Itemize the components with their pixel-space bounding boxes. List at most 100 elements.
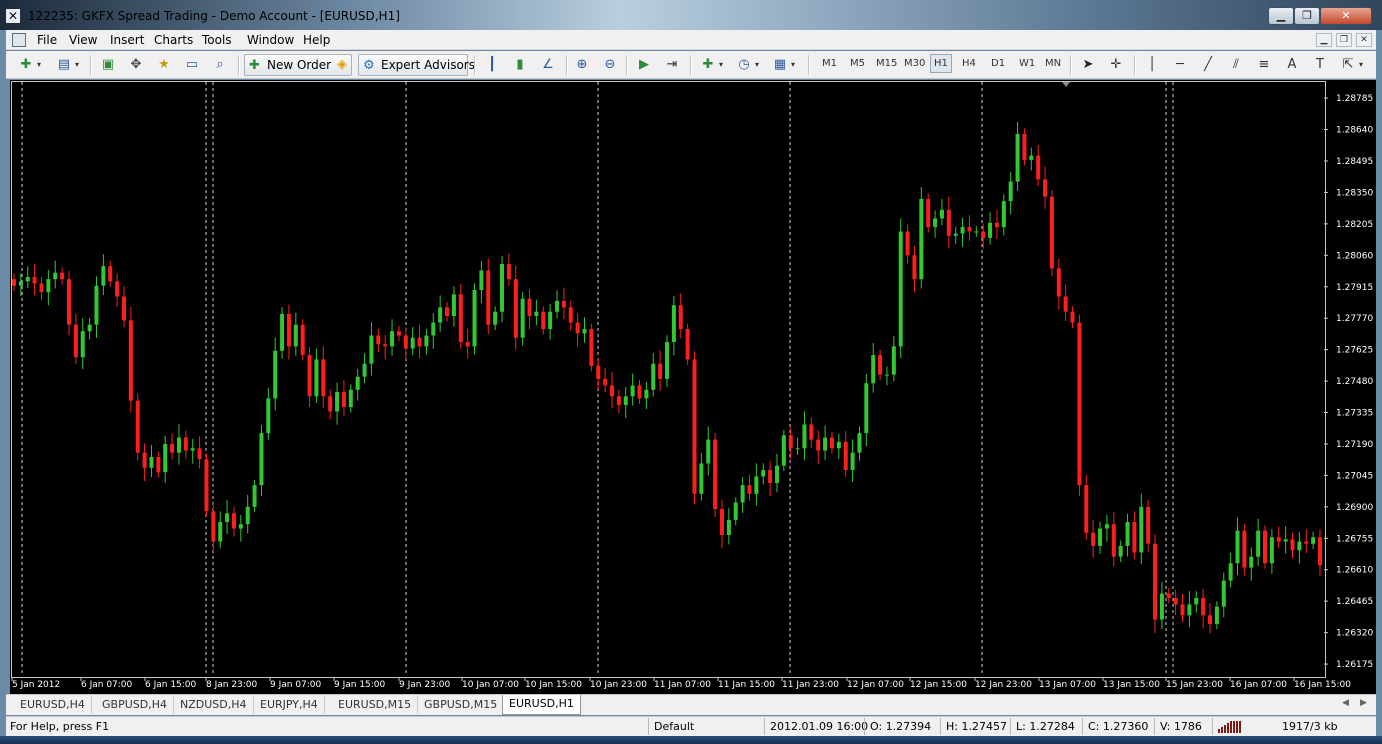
tf-h4[interactable]: H4 <box>962 58 976 69</box>
child-close-icon[interactable]: ✕ <box>1356 33 1372 47</box>
bear-candle <box>596 365 601 379</box>
menu-help[interactable]: Help <box>303 33 330 47</box>
close-button[interactable]: ✕ <box>1320 7 1372 25</box>
bull-candle <box>362 363 367 377</box>
tf-w1[interactable]: W1 <box>1019 58 1035 69</box>
menu-file[interactable]: File <box>37 33 57 47</box>
menu-insert[interactable]: Insert <box>110 33 144 47</box>
bear-candle <box>637 385 642 399</box>
bear-candle <box>1146 506 1151 544</box>
bull-candle <box>1228 563 1233 581</box>
tf-m1[interactable]: M1 <box>822 58 837 69</box>
new-chart-dropdown-icon[interactable]: ▾ <box>34 56 44 74</box>
tf-m15[interactable]: M15 <box>876 58 897 69</box>
tab-gbpusd-m15[interactable]: GBPUSD,M15 <box>418 696 505 714</box>
zoom-out-icon[interactable]: ⊖ <box>600 56 620 74</box>
tf-m30[interactable]: M30 <box>904 58 925 69</box>
bear-candle <box>527 298 532 317</box>
data-window-icon[interactable]: ✥ <box>126 56 146 74</box>
equidistant-channel-icon[interactable]: ⫽ <box>1226 56 1246 74</box>
bull-candle <box>390 331 395 347</box>
crosshair-icon[interactable]: ✛ <box>1106 56 1126 74</box>
bar-chart-icon[interactable]: ┃ <box>482 56 502 74</box>
tab-eurjpy-h4[interactable]: EURJPY,H4 <box>254 696 325 714</box>
child-window-icon[interactable] <box>12 33 26 47</box>
candlestick-chart[interactable]: 1.28785 1.28640 1.28495 1.28350 1.28205 1.280… <box>10 80 1376 694</box>
menu-tools[interactable]: Tools <box>202 33 232 47</box>
bull-candle <box>252 485 257 507</box>
metaeditor-icon[interactable]: ◈ <box>332 56 352 74</box>
bull-candle <box>795 448 800 450</box>
tf-d1[interactable]: D1 <box>991 58 1005 69</box>
tab-scroll-right-icon[interactable]: ▶ <box>1360 698 1367 708</box>
bear-candle <box>211 511 216 542</box>
y-tick-label: 1.27915 <box>1336 283 1373 293</box>
tf-m5[interactable]: M5 <box>850 58 865 69</box>
profiles-icon[interactable]: ▤ <box>54 56 74 74</box>
tab-scroll-left-icon[interactable]: ◀ <box>1342 698 1349 708</box>
horizontal-line-icon[interactable]: ─ <box>1170 56 1190 74</box>
tab-nzdusd-h4[interactable]: NZDUSD,H4 <box>174 696 254 714</box>
fibonacci-icon[interactable]: ≡ <box>1254 56 1274 74</box>
bull-candle <box>225 513 230 523</box>
title-bar[interactable]: ✕ 122235: GKFX Spread Trading - Demo Acc… <box>0 0 1382 30</box>
new-chart-icon[interactable]: ✚ <box>16 56 36 74</box>
market-watch-icon[interactable]: ▣ <box>98 56 118 74</box>
bear-candle <box>403 335 408 349</box>
bear-candle <box>506 263 511 280</box>
arrows-icon[interactable]: ⇱ <box>1338 56 1358 74</box>
periods-dropdown-icon[interactable]: ▾ <box>752 56 762 74</box>
minimize-button[interactable]: ▁ <box>1268 7 1294 25</box>
bull-candle <box>988 222 993 238</box>
bear-candle <box>486 270 491 325</box>
navigator-icon[interactable]: ★ <box>154 56 174 74</box>
bull-candle <box>1256 530 1261 557</box>
zoom-in-icon[interactable]: ⊕ <box>572 56 592 74</box>
tab-eurusd-m15[interactable]: EURUSD,M15 <box>332 696 419 714</box>
tab-eurusd-h4[interactable]: EURUSD,H4 <box>14 696 92 714</box>
trendline-icon[interactable]: ╱ <box>1198 56 1218 74</box>
indicators-dropdown-icon[interactable]: ▾ <box>716 56 726 74</box>
candlestick-icon[interactable]: ▮ <box>510 56 530 74</box>
terminal-icon[interactable]: ▭ <box>182 56 202 74</box>
expert-advisors-button[interactable]: ⚙ Expert Advisors <box>358 54 475 76</box>
y-tick-label: 1.27045 <box>1336 471 1373 481</box>
menu-view[interactable]: View <box>69 33 97 47</box>
bull-candle <box>1125 522 1130 546</box>
maximize-button[interactable]: ❐ <box>1294 7 1320 25</box>
bull-candle <box>80 331 85 358</box>
bull-candle <box>644 389 649 399</box>
status-datetime: 2012.01.09 16:00 <box>770 720 869 733</box>
connection-status-icon[interactable] <box>1218 721 1242 733</box>
cursor-icon[interactable]: ➤ <box>1078 56 1098 74</box>
periods-clock-icon[interactable]: ◷ <box>734 56 754 74</box>
x-tick-label: 6 Jan 15:00 <box>145 680 197 690</box>
chart-shift-icon[interactable]: ⇥ <box>662 56 682 74</box>
templates-icon[interactable]: ▦ <box>770 56 790 74</box>
templates-dropdown-icon[interactable]: ▾ <box>788 56 798 74</box>
child-restore-icon[interactable]: ❐ <box>1336 33 1352 47</box>
tf-h1[interactable]: H1 <box>930 54 952 73</box>
bull-candle <box>781 435 786 466</box>
bull-candle <box>1015 133 1020 182</box>
menu-charts[interactable]: Charts <box>154 33 193 47</box>
auto-scroll-icon[interactable]: ▶ <box>634 56 654 74</box>
child-minimize-icon[interactable]: ▁ <box>1316 33 1332 47</box>
text-label-icon[interactable]: T <box>1310 56 1330 74</box>
tab-eurusd-h1[interactable]: EURUSD,H1 <box>502 695 581 715</box>
vertical-line-icon[interactable]: │ <box>1142 56 1162 74</box>
tf-mn[interactable]: MN <box>1045 58 1061 69</box>
bear-candle <box>1084 485 1089 533</box>
text-icon[interactable]: A <box>1282 56 1302 74</box>
bear-candle <box>575 322 580 334</box>
arrows-dropdown-icon[interactable]: ▾ <box>1356 56 1366 74</box>
bull-candle <box>555 300 560 312</box>
status-bar: For Help, press F1 Default 2012.01.09 16… <box>6 716 1376 736</box>
line-chart-icon[interactable]: ∠ <box>538 56 558 74</box>
strategy-tester-icon[interactable]: ⌕ <box>210 56 230 74</box>
menu-window[interactable]: Window <box>247 33 294 47</box>
price-chart[interactable]: 1.28785 1.28640 1.28495 1.28350 1.28205 1.280… <box>10 80 1376 694</box>
indicators-icon[interactable]: ✚ <box>698 56 718 74</box>
profiles-dropdown-icon[interactable]: ▾ <box>72 56 82 74</box>
tab-gbpusd-h4[interactable]: GBPUSD,H4 <box>96 696 174 714</box>
